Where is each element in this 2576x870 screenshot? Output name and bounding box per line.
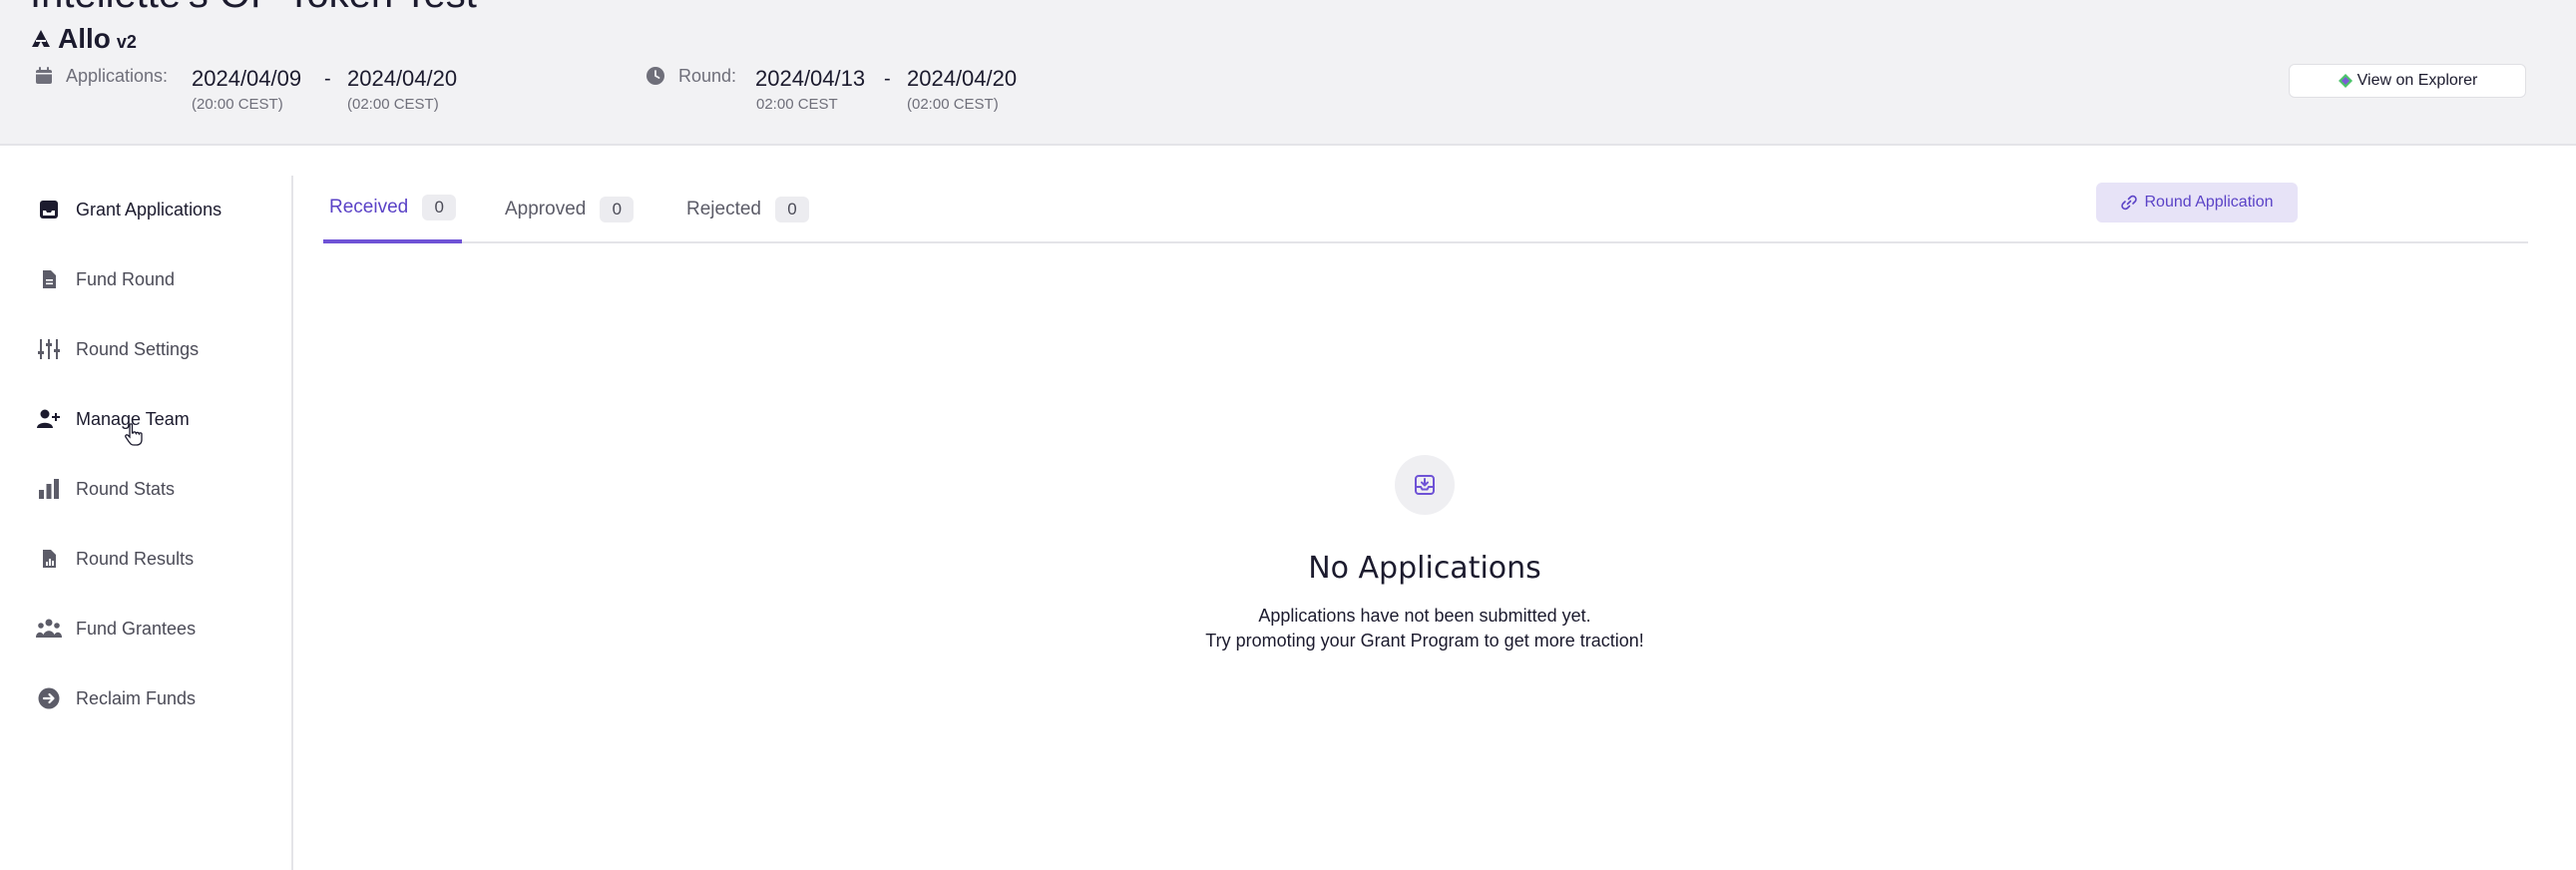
round-application-button[interactable]: Round Application (2096, 183, 2298, 222)
tab-label: Rejected (686, 199, 761, 219)
tab-count-badge: 0 (600, 197, 635, 222)
sidebar-item-label: Round Settings (76, 338, 200, 359)
applications-label: Applications: (66, 66, 169, 86)
tab-label: Received (329, 197, 409, 218)
empty-state-message: Applications have not been submitted yet… (1258, 606, 1591, 626)
user-plus-icon (36, 406, 62, 432)
sidebar-item-label: Round Results (76, 548, 195, 569)
sidebar-item-round-results[interactable]: Round Results (36, 539, 285, 579)
round-title: Intellette's OP Token Test (30, 0, 477, 17)
tab-label: Approved (505, 199, 587, 219)
clock-icon (646, 67, 664, 85)
sidebar: Grant Applications Fund Round Round Sett… (0, 176, 293, 870)
applications-start-date: 2024/04/09 (192, 66, 302, 91)
round-start-time: 02:00 CEST (756, 96, 838, 113)
round-label: Round: (678, 66, 737, 86)
tab-rejected[interactable]: Rejected 0 (680, 176, 815, 243)
explorer-logo-icon (2338, 74, 2353, 88)
tab-count-badge: 0 (775, 197, 809, 222)
round-period: Round: 2024/04/13 02:00 CEST - 2024/04/2… (644, 62, 1064, 122)
allo-logo: Allo v2 (30, 22, 137, 54)
allo-logo-icon (32, 30, 50, 47)
empty-inbox-icon (1395, 455, 1455, 515)
hand-cursor-icon (125, 423, 143, 446)
link-icon (2120, 195, 2137, 211)
applications-period: Applications: 2024/04/09 (20:00 CEST) - … (30, 62, 589, 122)
sidebar-item-round-settings[interactable]: Round Settings (36, 329, 285, 369)
round-date-separator: - (884, 68, 891, 90)
sidebar-item-label: Round Stats (76, 478, 176, 499)
applications-date-separator: - (324, 68, 331, 90)
view-on-explorer-label: View on Explorer (2357, 72, 2478, 89)
tab-received[interactable]: Received 0 (323, 176, 463, 243)
sidebar-item-fund-grantees[interactable]: Fund Grantees (36, 609, 285, 649)
tab-count-badge: 0 (422, 195, 457, 220)
document-icon (36, 266, 62, 292)
sidebar-item-reclaim-funds[interactable]: Reclaim Funds (36, 678, 285, 718)
sidebar-item-grant-applications[interactable]: Grant Applications (36, 190, 285, 229)
round-end-time: (02:00 CEST) (907, 96, 999, 113)
empty-state-title: No Applications (1308, 551, 1541, 586)
document-chart-icon (36, 546, 62, 572)
empty-state-hint: Try promoting your Grant Program to get … (1205, 631, 1644, 651)
applications-end-time: (02:00 CEST) (347, 96, 439, 113)
bar-chart-icon (36, 476, 62, 502)
allo-brand-name: Allo (58, 23, 111, 54)
sidebar-item-round-stats[interactable]: Round Stats (36, 469, 285, 509)
sidebar-item-label: Fund Round (76, 268, 176, 289)
round-header: Intellette's OP Token Test Allo v2 Appli… (0, 0, 2576, 146)
sliders-icon (36, 336, 62, 362)
applications-start-time: (20:00 CEST) (192, 96, 283, 113)
sidebar-item-fund-round[interactable]: Fund Round (36, 259, 285, 299)
sidebar-item-label: Reclaim Funds (76, 687, 197, 708)
round-end-date: 2024/04/20 (907, 66, 1018, 91)
applications-end-date: 2024/04/20 (347, 66, 458, 91)
allo-version: v2 (116, 32, 137, 52)
view-on-explorer-button[interactable]: View on Explorer (2289, 64, 2526, 98)
sidebar-item-label: Grant Applications (76, 199, 222, 219)
arrow-circle-icon (36, 685, 62, 711)
sidebar-item-label: Fund Grantees (76, 618, 197, 639)
sidebar-item-manage-team[interactable]: Manage Team (36, 399, 285, 439)
round-application-label: Round Application (2144, 194, 2274, 211)
user-group-icon (36, 616, 62, 642)
inbox-icon (36, 197, 62, 222)
calendar-icon (36, 67, 52, 84)
tab-approved[interactable]: Approved 0 (499, 176, 640, 243)
round-start-date: 2024/04/13 (755, 66, 866, 91)
